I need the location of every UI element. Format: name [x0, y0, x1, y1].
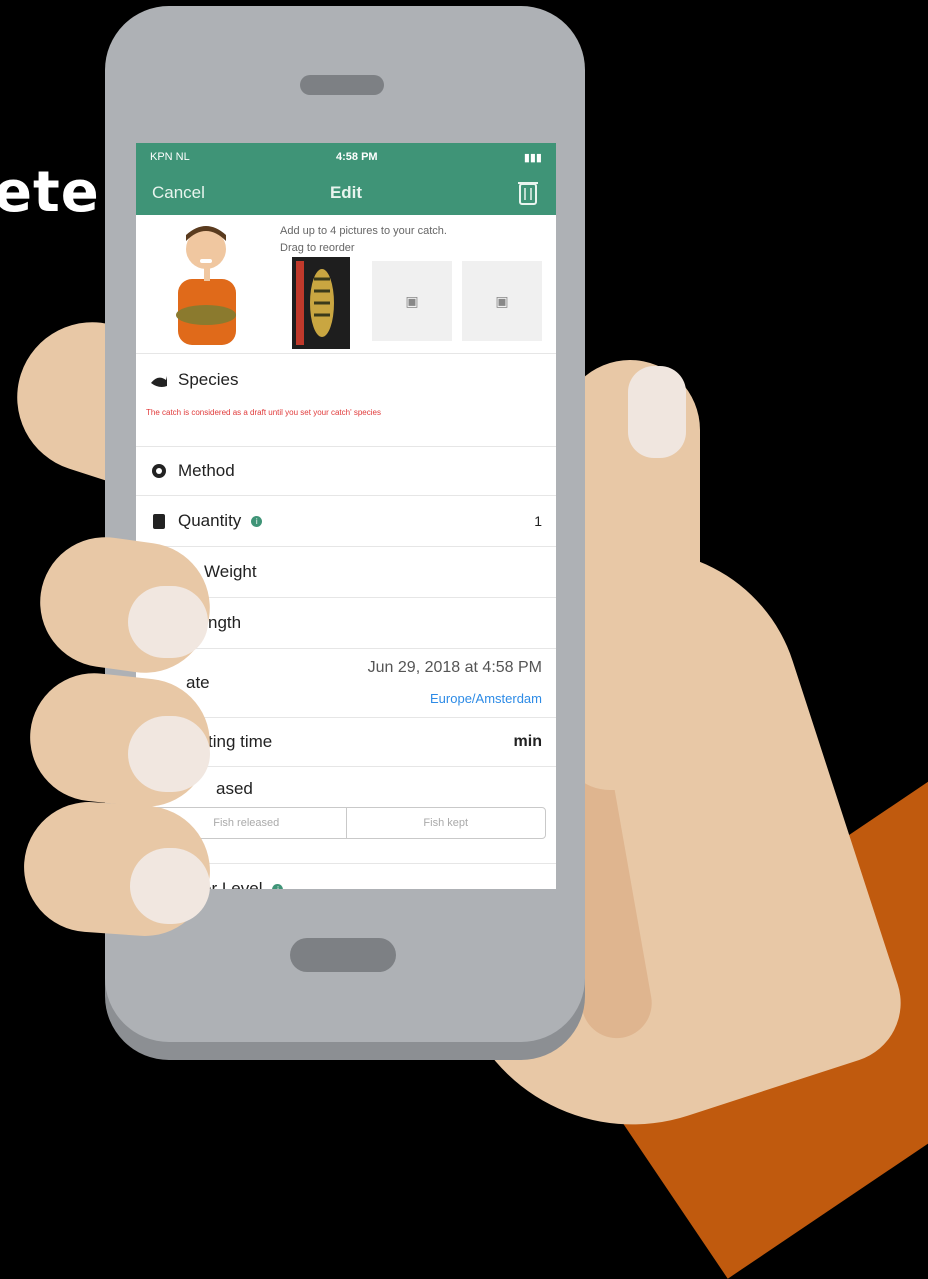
photo-hint-line2: Drag to reorder	[280, 242, 355, 254]
gear-icon	[150, 462, 168, 480]
page-title: Edit	[329, 183, 363, 202]
fish-icon	[150, 372, 168, 390]
quantity-value: 1	[534, 513, 542, 529]
photo-slot-empty[interactable]: ▣	[372, 261, 452, 341]
finger-nail	[128, 716, 210, 792]
timezone-value[interactable]: Europe/Amsterdam	[430, 691, 542, 706]
carrier-label: KPN NL	[150, 151, 190, 163]
fighting-time-unit: min	[513, 733, 542, 750]
finger-nail	[128, 586, 208, 658]
length-label: ngth	[208, 613, 242, 632]
nav-bar: Cancel Edit	[136, 171, 556, 215]
image-placeholder-icon: ▣	[405, 292, 419, 309]
quantity-label: Quantity	[178, 511, 242, 530]
species-warning: The catch is considered as a draft until…	[146, 408, 381, 417]
photo-hint-line1: Add up to 4 pictures to your catch.	[280, 225, 447, 237]
status-bar: KPN NL 4:58 PM ▮▮▮	[136, 143, 556, 171]
angler-avatar	[176, 226, 236, 345]
bucket-icon	[150, 512, 168, 530]
battery-icon: ▮▮▮	[523, 151, 542, 164]
info-icon[interactable]: i	[251, 515, 263, 527]
released-segmented-control[interactable]: Fish released Fish kept	[146, 807, 546, 839]
water-level-label: er Level	[202, 879, 263, 889]
photo-hint: Add up to 4 pictures to your catch. Drag…	[280, 223, 540, 257]
quantity-row[interactable]: Quantity i 1	[136, 496, 556, 547]
date-label: ate	[186, 673, 210, 692]
released-label: ased	[216, 779, 253, 798]
trash-icon[interactable]	[518, 179, 538, 205]
phone-speaker	[300, 75, 384, 95]
image-placeholder-icon: ▣	[495, 292, 509, 309]
headline-text: ete	[0, 160, 100, 225]
home-button[interactable]	[290, 938, 396, 972]
status-time: 4:58 PM	[336, 151, 378, 163]
info-icon[interactable]: i	[272, 883, 284, 889]
photo-section: Add up to 4 pictures to your catch. Drag…	[136, 215, 556, 354]
method-label: Method	[178, 461, 235, 480]
fighting-time-label: ting time	[208, 732, 273, 751]
photo-slot-empty[interactable]: ▣	[462, 261, 542, 341]
weight-label: Weight	[204, 562, 257, 581]
fish-kept-option[interactable]: Fish kept	[345, 808, 546, 838]
date-value: Jun 29, 2018 at 4:58 PM	[367, 659, 542, 676]
species-row[interactable]: Species The catch is considered as a dra…	[136, 354, 556, 447]
thumb-nail	[628, 366, 686, 458]
finger-nail	[130, 848, 210, 924]
method-row[interactable]: Method	[136, 447, 556, 496]
catch-photo-thumbnail[interactable]	[292, 257, 350, 349]
species-label: Species	[178, 370, 239, 389]
